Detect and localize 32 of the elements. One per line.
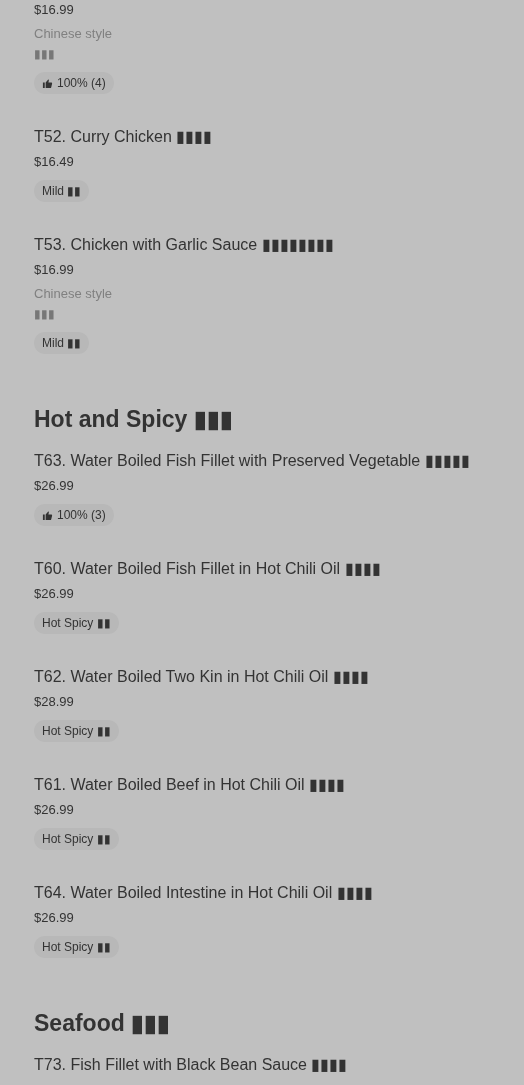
dish-price: $16.99 xyxy=(34,1,74,19)
dish-description: Chinese style xyxy=(34,285,113,303)
dish-name[interactable]: T63. Water Boiled Fish Fillet with Preserved Vegetable ▮▮▮▮▮ xyxy=(34,449,470,473)
dish-name[interactable]: T62. Water Boiled Two Kin in Hot Chili Oil ▮▮▮▮ xyxy=(34,665,369,689)
dish-name[interactable]: T73. Fish Fillet with Black Bean Sauce ▮▮▮▮ xyxy=(34,1053,348,1077)
thumbs-up-icon xyxy=(42,77,53,89)
spice-badge: Hot Spicy ▮▮ xyxy=(34,936,119,958)
dish-price: $26.99 xyxy=(34,585,74,603)
dish-price: $26.99 xyxy=(34,909,74,927)
dish-name[interactable]: T52. Curry Chicken ▮▮▮▮ xyxy=(34,125,213,149)
spice-badge: Mild ▮▮ xyxy=(34,332,90,354)
rating-badge: 100% (4) xyxy=(34,72,114,94)
section-heading: Seafood ▮▮▮ xyxy=(34,1009,172,1038)
dish-name[interactable]: T64. Water Boiled Intestine in Hot Chili Oil ▮▮▮▮ xyxy=(34,881,373,905)
dish-name[interactable]: T53. Chicken with Garlic Sauce ▮▮▮▮▮▮▮▮ xyxy=(34,233,334,257)
rating-badge: 100% (3) xyxy=(34,504,114,526)
dish-price: $26.99 xyxy=(34,801,74,819)
spice-badge: Hot Spicy ▮▮ xyxy=(34,828,119,850)
thumbs-up-icon xyxy=(42,509,53,521)
dish-note: ▮▮▮ xyxy=(34,46,55,63)
spice-badge: Hot Spicy ▮▮ xyxy=(34,612,119,634)
dish-name[interactable]: T60. Water Boiled Fish Fillet in Hot Chili Oil ▮▮▮▮ xyxy=(34,557,381,581)
dish-price: $26.99 xyxy=(34,477,74,495)
dish-price: $28.99 xyxy=(34,693,74,711)
spice-badge: Mild ▮▮ xyxy=(34,180,90,202)
section-heading: Hot and Spicy ▮▮▮ xyxy=(34,405,234,434)
dish-price: $16.99 xyxy=(34,261,74,279)
dish-name[interactable]: T61. Water Boiled Beef in Hot Chili Oil ▮▮▮▮ xyxy=(34,773,346,797)
dish-note: ▮▮▮ xyxy=(34,306,55,323)
dish-price: $16.49 xyxy=(34,153,74,171)
spice-badge: Hot Spicy ▮▮ xyxy=(34,720,119,742)
dish-description: Chinese style xyxy=(34,25,113,43)
